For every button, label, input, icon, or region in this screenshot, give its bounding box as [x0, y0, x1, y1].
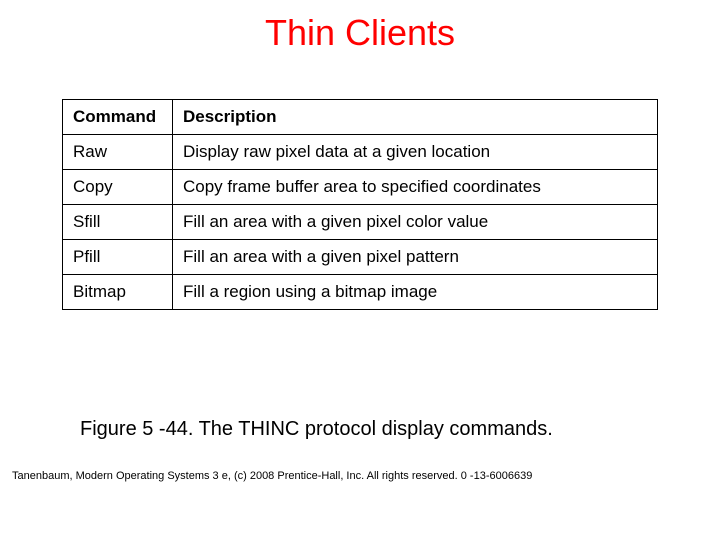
cell-description: Fill a region using a bitmap image — [173, 275, 658, 310]
cell-description: Display raw pixel data at a given locati… — [173, 135, 658, 170]
header-command: Command — [63, 100, 173, 135]
header-description: Description — [173, 100, 658, 135]
footer-text: Tanenbaum, Modern Operating Systems 3 e,… — [12, 470, 532, 482]
table-row: Sfill Fill an area with a given pixel co… — [63, 205, 658, 240]
cell-command: Copy — [63, 170, 173, 205]
table-row: Copy Copy frame buffer area to specified… — [63, 170, 658, 205]
cell-description: Fill an area with a given pixel color va… — [173, 205, 658, 240]
commands-table: Command Description Raw Display raw pixe… — [62, 99, 658, 310]
table-row: Raw Display raw pixel data at a given lo… — [63, 135, 658, 170]
cell-command: Raw — [63, 135, 173, 170]
page-title: Thin Clients — [0, 0, 720, 99]
table-row: Bitmap Fill a region using a bitmap imag… — [63, 275, 658, 310]
figure-caption: Figure 5 -44. The THINC protocol display… — [0, 418, 720, 441]
cell-command: Pfill — [63, 240, 173, 275]
table-container: Command Description Raw Display raw pixe… — [0, 99, 720, 310]
table-header-row: Command Description — [63, 100, 658, 135]
cell-description: Fill an area with a given pixel pattern — [173, 240, 658, 275]
cell-command: Sfill — [63, 205, 173, 240]
table-row: Pfill Fill an area with a given pixel pa… — [63, 240, 658, 275]
cell-command: Bitmap — [63, 275, 173, 310]
cell-description: Copy frame buffer area to specified coor… — [173, 170, 658, 205]
